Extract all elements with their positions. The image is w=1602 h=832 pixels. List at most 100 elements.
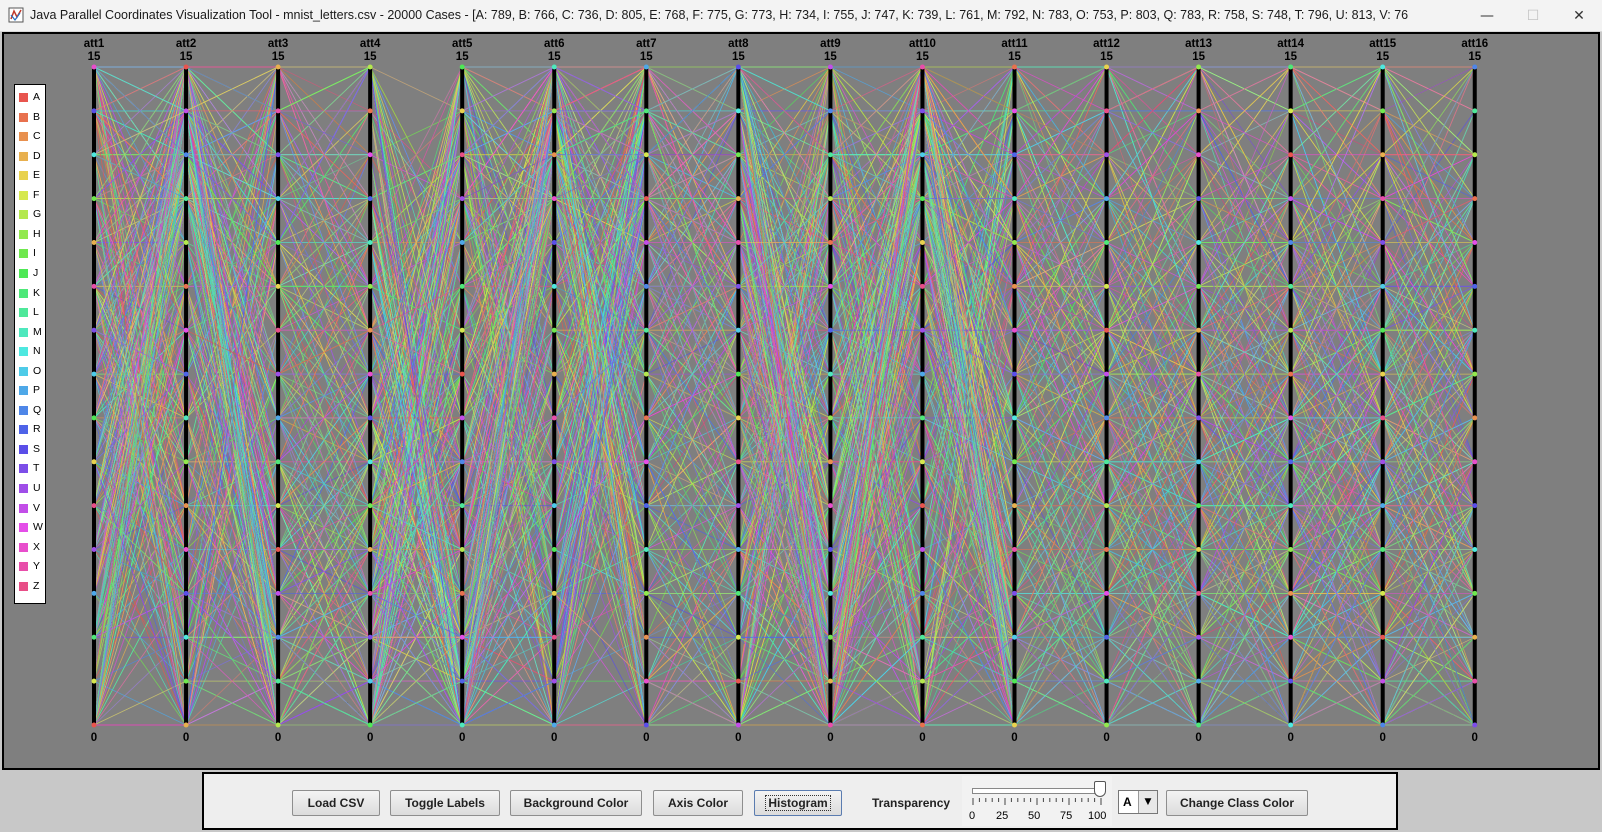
- axis-min-label: 0: [1103, 732, 1109, 744]
- axis-level-marker: [919, 459, 925, 465]
- axis-max-label: 15: [1468, 51, 1481, 63]
- legend-label: D: [33, 149, 41, 162]
- axis-level-marker: [1012, 196, 1017, 202]
- axis-level-marker: [1380, 459, 1386, 465]
- axis-min-label: 0: [275, 732, 281, 744]
- axis-level-marker: [1380, 327, 1386, 333]
- axis-level-marker: [1288, 371, 1294, 377]
- class-select-dropdown[interactable]: A ▼: [1118, 790, 1158, 814]
- axis-level-marker: [1472, 415, 1478, 421]
- transparency-label: Transparency: [872, 796, 951, 810]
- legend-swatch: [19, 171, 28, 181]
- legend-item: K: [19, 287, 45, 301]
- axis-level-marker: [275, 678, 281, 684]
- histogram-button[interactable]: Histogram: [754, 790, 842, 816]
- legend-item: I: [19, 247, 45, 261]
- axis-level-marker: [1288, 327, 1294, 333]
- axis-level-marker: [1472, 459, 1478, 465]
- axis-min-label: 0: [91, 732, 97, 744]
- minimize-button[interactable]: —: [1464, 0, 1510, 31]
- axis-level-marker: [735, 283, 741, 289]
- chevron-down-icon[interactable]: ▼: [1138, 791, 1157, 813]
- axis-level-marker: [1196, 196, 1202, 202]
- axis-level-marker: [1104, 590, 1110, 596]
- toggle-labels-button[interactable]: Toggle Labels: [390, 790, 500, 816]
- maximize-button[interactable]: ☐: [1510, 0, 1556, 31]
- axis-level-marker: [1196, 108, 1202, 114]
- axis-level-marker: [459, 547, 465, 553]
- axis-level-marker: [183, 547, 189, 553]
- axis-level-marker: [1380, 152, 1386, 158]
- axis-level-marker: [183, 108, 189, 114]
- axis-level-marker: [735, 327, 741, 333]
- parallel-coordinates-plot[interactable]: att1 15 0 att2 15 0 att3 15 0 att4 15 0 att5 15 0 att6 1…: [2, 32, 1600, 770]
- axis-level-marker: [275, 239, 281, 245]
- transparency-slider[interactable]: 0 25 50 75 100: [962, 776, 1112, 826]
- axis-level-marker: [643, 152, 649, 158]
- axis-level-marker: [1104, 722, 1110, 728]
- axis-level-marker: [919, 64, 925, 70]
- axis-level-marker: [1196, 152, 1202, 158]
- axis-level-marker: [1472, 722, 1478, 728]
- close-button[interactable]: ✕: [1556, 0, 1602, 31]
- axis-min-label: 0: [1011, 732, 1017, 744]
- background-color-button[interactable]: Background Color: [510, 790, 642, 816]
- axis-level-marker: [91, 371, 97, 377]
- slider-track[interactable]: [972, 788, 1102, 794]
- polylines: [93, 65, 1476, 727]
- axis-level-marker: [643, 459, 649, 465]
- axis-name-label: att13: [1185, 38, 1212, 50]
- axis-name-label: att14: [1277, 38, 1304, 50]
- axis-level-marker: [91, 459, 97, 465]
- axis-level-marker: [1380, 196, 1386, 202]
- axis-level-marker: [1288, 459, 1294, 465]
- axis-level-marker: [551, 722, 557, 728]
- axis-level-marker: [1472, 547, 1478, 553]
- legend-label: G: [33, 208, 42, 221]
- axis-level-marker: [367, 503, 373, 509]
- axis-level-marker: [459, 152, 465, 158]
- window-title: Java Parallel Coordinates Visualization …: [30, 8, 1409, 22]
- legend-label: P: [33, 384, 41, 397]
- axis-level-marker: [827, 459, 833, 465]
- axis-level-marker: [1288, 415, 1294, 421]
- legend-label: T: [33, 462, 40, 475]
- axis-level-marker: [919, 371, 925, 377]
- axis-max-label: 15: [548, 51, 561, 63]
- axis-level-marker: [919, 722, 925, 728]
- axis-level-marker: [91, 196, 97, 202]
- axis-level-marker: [827, 678, 833, 684]
- change-class-color-button[interactable]: Change Class Color: [1166, 790, 1308, 816]
- axis-level-marker: [183, 239, 189, 245]
- axis-name-label: att9: [820, 38, 840, 50]
- axis-level-marker: [827, 327, 833, 333]
- axis-level-marker: [1288, 634, 1294, 640]
- axis-level-marker: [1472, 503, 1478, 509]
- axis-level-marker: [1288, 108, 1294, 114]
- legend-label: H: [33, 227, 41, 240]
- axis-level-marker: [367, 678, 373, 684]
- axis-level-marker: [1288, 196, 1294, 202]
- axis-level-marker: [551, 327, 557, 333]
- axis-level-marker: [643, 327, 649, 333]
- axis-level-marker: [551, 503, 557, 509]
- axis-level-marker: [551, 678, 557, 684]
- axis-level-marker: [275, 283, 281, 289]
- legend-item: D: [19, 150, 45, 164]
- load-csv-button[interactable]: Load CSV: [292, 790, 380, 816]
- axis-level-marker: [275, 590, 281, 596]
- axis-level-marker: [183, 371, 189, 377]
- axis-max-label: 15: [272, 51, 285, 63]
- axis-color-button[interactable]: Axis Color: [653, 790, 743, 816]
- axis-level-marker: [1012, 64, 1017, 70]
- slider-tick-label: 100: [1088, 810, 1107, 822]
- axis-level-marker: [1472, 590, 1478, 596]
- axis-level-marker: [735, 64, 741, 70]
- legend-swatch: [19, 268, 28, 278]
- axis-level-marker: [459, 459, 465, 465]
- axis-level-marker: [1196, 415, 1202, 421]
- axis-min-label: 0: [551, 732, 557, 744]
- axis-level-marker: [551, 459, 557, 465]
- legend-item: J: [19, 267, 45, 281]
- slider-thumb[interactable]: [1094, 781, 1106, 797]
